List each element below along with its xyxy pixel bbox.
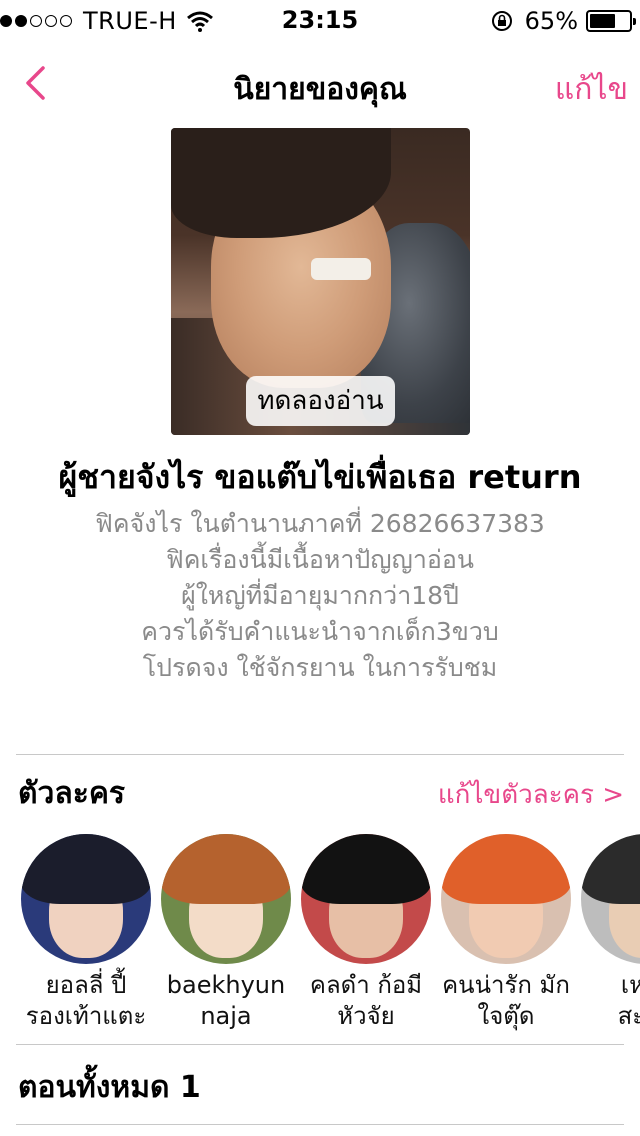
preview-read-button[interactable]: ทดลองอ่าน	[246, 376, 395, 426]
character-avatar	[581, 834, 640, 964]
divider	[16, 1124, 624, 1125]
edit-button[interactable]: แก้ไข	[555, 66, 628, 113]
character-avatar	[441, 834, 571, 964]
character-name-line2: ใจตุ๊ด	[477, 1002, 535, 1030]
divider	[16, 1044, 624, 1045]
battery-percent-label: 65%	[524, 7, 578, 35]
rotation-lock-icon	[491, 11, 512, 31]
edit-characters-link[interactable]: แก้ไขตัวละคร >	[438, 774, 624, 815]
battery-tip	[633, 18, 636, 25]
character-name-line2: สะท้า	[617, 1002, 640, 1030]
character-name-line1: เหงือ	[620, 971, 640, 999]
characters-heading: ตัวละคร	[18, 776, 126, 811]
navigation-bar: นิยายของคุณ แก้ไข	[0, 40, 640, 128]
cover-art-teeth	[311, 258, 371, 280]
story-description: ฟิคจังไร ในตำนานภาคที่ 26826637383 ฟิคเร…	[0, 506, 640, 686]
character-name-line2: naja	[200, 1002, 252, 1030]
avatar-hair	[301, 834, 431, 904]
battery-level	[590, 14, 615, 28]
character-item[interactable]: เหงือ สะท้า	[571, 834, 640, 1032]
description-line: โปรดจง ใช้จักรยาน ในการรับชม	[142, 653, 498, 682]
character-avatar	[301, 834, 431, 964]
character-name-line1: คนน่ารัก มัก	[442, 971, 570, 999]
description-line: ฟิคจังไร ในตำนานภาคที่ 26826637383	[95, 509, 545, 538]
character-avatar	[161, 834, 291, 964]
description-line: ควรได้รับคำแนะนำจากเด็ก3ขวบ	[141, 617, 499, 646]
episodes-heading: ตอนทั้งหมด 1	[18, 1070, 201, 1105]
avatar-hair	[161, 834, 291, 904]
character-name-line2: หัวจัย	[337, 1002, 395, 1030]
character-item[interactable]: baekhyun naja	[151, 834, 301, 1032]
description-line: ฟิคเรื่องนี้มีเนื้อหาปัญญาอ่อน	[166, 545, 474, 574]
character-name-line1: ยอลลี่ ปี้	[45, 971, 127, 999]
divider	[16, 754, 624, 755]
story-title: ผู้ชายจังไร ขอแต๊บไข่เพื่อเธอ return	[58, 458, 582, 496]
character-list: ยอลลี่ ปี้ รองเท้าแตะ baekhyun naja คลดำ…	[0, 834, 640, 1044]
character-item[interactable]: คลดำ ก้อมี หัวจัย	[291, 834, 441, 1032]
character-item[interactable]: คนน่ารัก มัก ใจตุ๊ด	[431, 834, 581, 1032]
character-avatar	[21, 834, 151, 964]
page-title: นิยายของคุณ	[233, 72, 407, 107]
avatar-hair	[441, 834, 571, 904]
battery-icon	[586, 10, 636, 32]
character-name-line1: baekhyun	[166, 971, 286, 999]
character-item[interactable]: ยอลลี่ ปี้ รองเท้าแตะ	[11, 834, 161, 1032]
avatar-hair	[581, 834, 640, 904]
character-name-line1: คลดำ ก้อมี	[309, 971, 423, 999]
status-right: 65%	[491, 6, 636, 36]
status-bar: TRUE-H 23:15 65%	[0, 0, 640, 40]
character-name-line2: รองเท้าแตะ	[25, 1002, 147, 1030]
avatar-hair	[21, 834, 151, 904]
description-line: ผู้ใหญ่ที่มีอายุมากกว่า18ปี	[181, 581, 459, 610]
